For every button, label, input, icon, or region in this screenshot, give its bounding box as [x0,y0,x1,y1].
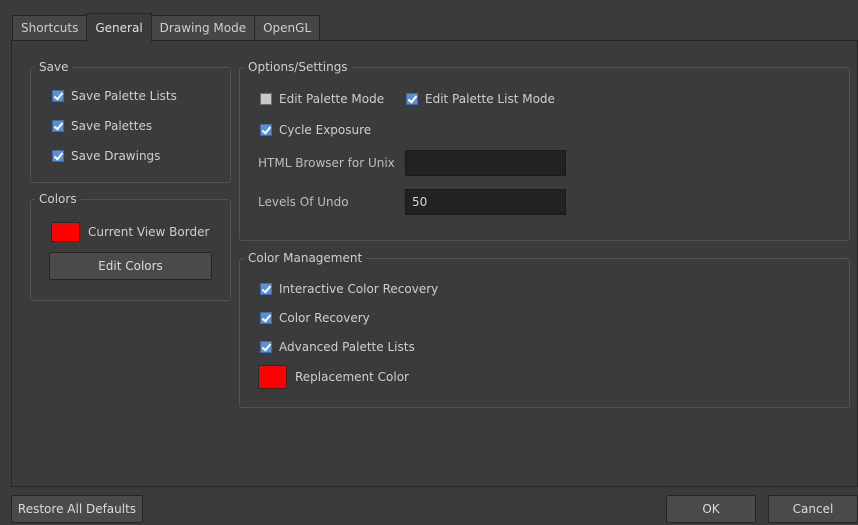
tab-general[interactable]: General [86,13,152,42]
tab-drawing-mode[interactable]: Drawing Mode [150,15,256,41]
color-management-title: Color Management [244,250,367,266]
tab-shortcuts[interactable]: Shortcuts [12,15,88,41]
levels-of-undo-label: Levels Of Undo [258,195,349,209]
current-view-border-row: Current View Border [51,221,209,243]
edit-palette-list-mode-checkbox[interactable] [406,93,418,105]
preferences-window: Shortcuts General Drawing Mode OpenGL Sa… [0,0,858,525]
colors-group: Colors Current View Border Edit Colors [30,191,231,301]
save-group: Save Save Palette Lists Save Palettes Sa… [30,59,231,183]
save-drawings-label: Save Drawings [71,149,161,163]
current-view-border-label: Current View Border [88,225,210,239]
ok-button[interactable]: OK [666,495,756,523]
restore-all-defaults-button[interactable]: Restore All Defaults [11,495,143,523]
html-browser-input[interactable] [405,150,566,176]
edit-palette-list-mode-option[interactable]: Edit Palette List Mode [406,90,555,108]
save-palette-lists-option[interactable]: Save Palette Lists [52,87,177,105]
cycle-exposure-label: Cycle Exposure [279,123,372,137]
color-management-group: Color Management Interactive Color Recov… [239,250,850,408]
edit-palette-list-mode-label: Edit Palette List Mode [425,92,555,106]
advanced-palette-lists-label: Advanced Palette Lists [279,340,415,354]
options-settings-group: Options/Settings Edit Palette Mode Edit … [239,59,850,241]
html-browser-label: HTML Browser for Unix [258,156,395,170]
save-palette-lists-label: Save Palette Lists [71,89,177,103]
edit-palette-mode-label: Edit Palette Mode [279,92,385,106]
save-palettes-option[interactable]: Save Palettes [52,117,152,135]
save-palettes-checkbox[interactable] [52,120,64,132]
color-recovery-checkbox[interactable] [260,312,272,324]
cancel-button[interactable]: Cancel [768,495,858,523]
advanced-palette-lists-option[interactable]: Advanced Palette Lists [260,338,415,356]
options-settings-title: Options/Settings [244,59,352,75]
save-drawings-option[interactable]: Save Drawings [52,147,160,165]
edit-palette-mode-option[interactable]: Edit Palette Mode [260,90,384,108]
replacement-color-row: Replacement Color [258,365,409,389]
interactive-color-recovery-option[interactable]: Interactive Color Recovery [260,280,438,298]
edit-colors-button[interactable]: Edit Colors [49,252,212,280]
save-palette-lists-checkbox[interactable] [52,90,64,102]
colors-group-title: Colors [35,191,81,207]
replacement-color-swatch[interactable] [258,365,287,389]
color-recovery-option[interactable]: Color Recovery [260,309,370,327]
cycle-exposure-option[interactable]: Cycle Exposure [260,121,371,139]
save-palettes-label: Save Palettes [71,119,153,133]
color-recovery-label: Color Recovery [279,311,370,325]
advanced-palette-lists-checkbox[interactable] [260,341,272,353]
replacement-color-label: Replacement Color [295,370,409,384]
cycle-exposure-checkbox[interactable] [260,124,272,136]
save-group-title: Save [35,59,73,75]
general-tab-panel: Save Save Palette Lists Save Palettes Sa… [11,40,858,487]
tab-bar: Shortcuts General Drawing Mode OpenGL [12,13,321,42]
current-view-border-swatch[interactable] [51,222,80,242]
interactive-color-recovery-label: Interactive Color Recovery [279,282,439,296]
save-drawings-checkbox[interactable] [52,150,64,162]
interactive-color-recovery-checkbox[interactable] [260,283,272,295]
edit-palette-mode-checkbox[interactable] [260,93,272,105]
tab-opengl[interactable]: OpenGL [254,15,321,41]
levels-of-undo-input[interactable] [405,189,566,215]
